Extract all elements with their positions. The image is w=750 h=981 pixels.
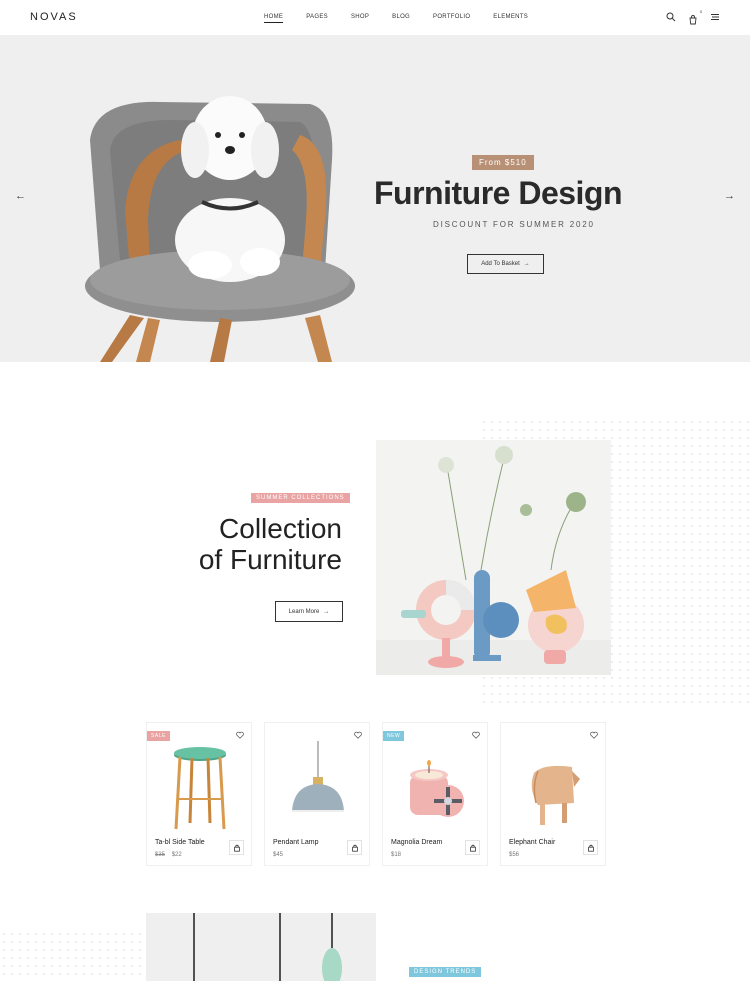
chair-dog-image bbox=[85, 96, 355, 362]
dot-pattern bbox=[0, 930, 150, 981]
product-card[interactable]: NEW Magnolia Dream $18 bbox=[382, 722, 488, 866]
next-slide-arrow[interactable]: → bbox=[724, 190, 735, 202]
bag-icon bbox=[233, 844, 240, 852]
cart-count: 0 bbox=[699, 9, 702, 14]
add-to-basket-label: Add To Basket bbox=[481, 261, 520, 267]
cart-button[interactable]: 0 bbox=[688, 9, 702, 25]
add-to-cart-button[interactable] bbox=[583, 840, 598, 855]
heart-icon[interactable] bbox=[236, 731, 244, 739]
add-to-cart-button[interactable] bbox=[465, 840, 480, 855]
candle-image bbox=[410, 760, 464, 817]
summer-collections-tag: SUMMER COLLECTIONS bbox=[251, 493, 350, 503]
main-nav: HOME PAGES SHOP BLOG PORTFOLIO ELEMENTS bbox=[264, 14, 551, 23]
bag-icon bbox=[469, 844, 476, 852]
nav-portfolio[interactable]: PORTFOLIO bbox=[433, 14, 470, 23]
product-name[interactable]: Elephant Chair bbox=[509, 839, 555, 846]
current-price: $22 bbox=[171, 852, 182, 858]
arrow-right-icon: → bbox=[323, 608, 330, 615]
collection-title-line2: of Furniture bbox=[198, 544, 342, 575]
collection-title-line1: Collection bbox=[219, 513, 342, 544]
vases-illustration bbox=[376, 440, 611, 675]
nav-pages[interactable]: PAGES bbox=[306, 14, 328, 23]
site-header: NOVAS HOME PAGES SHOP BLOG PORTFOLIO ELE… bbox=[0, 0, 750, 35]
menu-icon[interactable] bbox=[710, 12, 720, 22]
hanging-lamps-image bbox=[146, 913, 376, 981]
new-badge: NEW bbox=[383, 731, 405, 741]
nav-shop[interactable]: SHOP bbox=[351, 14, 369, 23]
logo[interactable]: NOVAS bbox=[30, 11, 78, 23]
heart-icon[interactable] bbox=[354, 731, 362, 739]
nav-home[interactable]: HOME bbox=[264, 14, 284, 23]
arrow-right-icon: → bbox=[523, 261, 530, 267]
add-to-basket-button[interactable]: Add To Basket → bbox=[467, 254, 544, 274]
product-name[interactable]: Ta-bl Side Table bbox=[155, 839, 205, 846]
product-name[interactable]: Pendant Lamp bbox=[273, 839, 319, 846]
sale-badge: SALE bbox=[147, 731, 170, 741]
learn-more-button[interactable]: Learn More → bbox=[275, 601, 343, 622]
side-table-image bbox=[174, 747, 226, 830]
bag-icon bbox=[587, 844, 594, 852]
design-trends-tag: DESIGN TRENDS bbox=[409, 967, 482, 977]
product-card[interactable]: SALE Ta-bl Side Table $35 $22 bbox=[146, 722, 252, 866]
hero-slider: ← → From $510 Furniture Design DISCOUNT … bbox=[0, 35, 750, 362]
product-grid: SALE Ta-bl Side Table $35 $22 Pendant La… bbox=[146, 722, 606, 866]
product-name[interactable]: Magnolia Dream bbox=[391, 839, 442, 846]
cart-icon bbox=[689, 15, 697, 25]
product-card[interactable]: Pendant Lamp $45 bbox=[264, 722, 370, 866]
product-card[interactable]: Elephant Chair $56 bbox=[500, 722, 606, 866]
nav-blog[interactable]: BLOG bbox=[392, 14, 410, 23]
product-price: $18 bbox=[391, 852, 401, 858]
prev-slide-arrow[interactable]: ← bbox=[15, 190, 26, 202]
heart-icon[interactable] bbox=[472, 731, 480, 739]
learn-more-label: Learn More bbox=[288, 608, 320, 615]
hanging-lamps-illustration bbox=[146, 913, 376, 981]
hero-title: Furniture Design bbox=[374, 175, 623, 211]
vases-image bbox=[376, 440, 611, 675]
current-price: $56 bbox=[509, 852, 520, 858]
search-icon[interactable] bbox=[666, 12, 676, 22]
current-price: $18 bbox=[391, 852, 402, 858]
bag-icon bbox=[351, 844, 358, 852]
product-price: $45 bbox=[273, 852, 283, 858]
current-price: $45 bbox=[273, 852, 284, 858]
add-to-cart-button[interactable] bbox=[347, 840, 362, 855]
hero-subtitle: DISCOUNT FOR SUMMER 2020 bbox=[433, 220, 595, 229]
old-price: $35 bbox=[155, 852, 166, 858]
nav-elements[interactable]: ELEMENTS bbox=[493, 14, 528, 23]
collection-title: Collection of Furniture bbox=[199, 513, 342, 575]
pendant-lamp-image bbox=[292, 741, 344, 812]
price-badge: From $510 bbox=[472, 155, 534, 170]
product-price: $56 bbox=[509, 852, 519, 858]
heart-icon[interactable] bbox=[590, 731, 598, 739]
add-to-cart-button[interactable] bbox=[229, 840, 244, 855]
product-price: $35 $22 bbox=[155, 852, 182, 858]
header-icons: 0 bbox=[666, 9, 720, 25]
elephant-chair-image bbox=[531, 765, 580, 825]
